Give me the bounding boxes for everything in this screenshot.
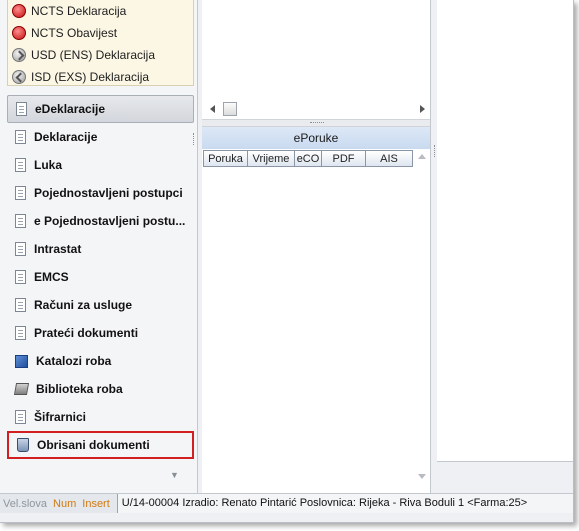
nav-item-label: Pojednostavljeni postupci (34, 186, 183, 200)
status-insert: Insert (82, 497, 110, 510)
document-icon (16, 102, 27, 116)
column-header-ais[interactable]: AIS (366, 150, 413, 167)
document-icon (15, 410, 26, 424)
document-icon (15, 242, 26, 256)
status-bar: Vel.slova Num Insert U/14-00004 Izradio:… (0, 493, 573, 513)
nav-item-biblioteka-roba[interactable]: Biblioteka roba (7, 375, 194, 403)
document-icon (15, 326, 26, 340)
column-header-eco[interactable]: eCO (295, 150, 322, 167)
list-item-label: NCTS Obavijest (31, 26, 118, 40)
cube-icon (15, 354, 28, 368)
nav-item-e-pojednostavljeni[interactable]: e Pojednostavljeni postu... (7, 207, 194, 235)
document-type-list: NCTS Deklaracija NCTS Obavijest USD (ENS… (7, 0, 194, 86)
recycle-bin-icon (17, 438, 29, 452)
nav-item-label: Deklaracije (34, 130, 98, 144)
document-icon (15, 214, 26, 228)
list-item-isd-exs-deklaracija[interactable]: ISD (EXS) Deklaracija (8, 66, 193, 88)
scroll-left-icon[interactable] (210, 104, 215, 113)
red-circle-icon (12, 4, 26, 18)
application-window: NCTS Deklaracija NCTS Obavijest USD (ENS… (0, 0, 574, 523)
nav-item-label: Katalozi roba (36, 354, 112, 368)
eporuke-title: ePoruke (202, 127, 430, 149)
nav-item-label: e Pojednostavljeni postu... (34, 214, 186, 228)
nav-item-label: eDeklaracije (35, 102, 106, 116)
scroll-up-icon[interactable] (418, 154, 426, 159)
grey-arrow-icon (12, 48, 26, 62)
status-num: Num (53, 497, 77, 510)
nav-item-pojednostavljeni-postupci[interactable]: Pojednostavljeni postupci (7, 179, 194, 207)
nav-list: eDeklaracije Deklaracije Luka Pojednosta… (7, 95, 194, 459)
nav-item-label: Intrastat (34, 242, 82, 256)
nav-item-luka[interactable]: Luka (7, 151, 194, 179)
chevron-down-icon[interactable]: ▼ (170, 470, 179, 480)
eporuke-column-headers: Poruka Vrijeme eCO PDF AIS (203, 150, 413, 167)
document-icon (15, 270, 26, 284)
list-item-label: USD (ENS) Deklaracija (31, 48, 156, 62)
nav-item-deklaracije[interactable]: Deklaracije (7, 123, 194, 151)
document-icon (15, 298, 26, 312)
status-info: U/14-00004 Izradio: Renato Pintarić Posl… (116, 494, 573, 513)
nav-item-intrastat[interactable]: Intrastat (7, 235, 194, 263)
list-item-label: NCTS Deklaracija (31, 4, 127, 18)
status-vel-slova: Vel.slova (3, 497, 48, 510)
list-item-usd-ens-deklaracija[interactable]: USD (ENS) Deklaracija (8, 44, 193, 66)
detail-footer (437, 461, 573, 494)
nav-item-katalozi-roba[interactable]: Katalozi roba (7, 347, 194, 375)
center-panel: ePoruke Poruka Vrijeme eCO PDF AIS (202, 0, 431, 493)
document-icon (15, 186, 26, 200)
column-header-vrijeme[interactable]: Vrijeme (248, 150, 295, 167)
navigation-sidebar: NCTS Deklaracija NCTS Obavijest USD (ENS… (0, 0, 198, 493)
sidebar-splitter-grip[interactable] (193, 133, 196, 145)
pane-splitter[interactable] (202, 119, 430, 127)
horizontal-scrollbar[interactable] (208, 101, 427, 116)
nav-item-label: Obrisani dokumenti (37, 438, 150, 452)
document-icon (15, 130, 26, 144)
nav-item-label: Šifrarnici (34, 410, 87, 424)
nav-item-racuni-za-usluge[interactable]: Računi za usluge (7, 291, 194, 319)
nav-item-label: Prateći dokumenti (34, 326, 139, 340)
nav-item-label: EMCS (34, 270, 69, 284)
column-header-poruka[interactable]: Poruka (203, 150, 248, 167)
scroll-right-icon[interactable] (420, 104, 425, 113)
detail-panel (437, 0, 573, 493)
nav-item-obrisani-dokumenti[interactable]: Obrisani dokumenti (7, 431, 194, 459)
nav-item-emcs[interactable]: EMCS (7, 263, 194, 291)
document-icon (15, 158, 26, 172)
nav-item-prateci-dokumenti[interactable]: Prateći dokumenti (7, 319, 194, 347)
scrollbar-thumb[interactable] (223, 101, 237, 116)
scroll-down-icon[interactable] (418, 474, 426, 479)
book-icon (13, 383, 30, 395)
nav-item-label: Biblioteka roba (36, 382, 123, 396)
grey-back-arrow-icon (12, 70, 26, 84)
list-item-label: ISD (EXS) Deklaracija (31, 70, 150, 84)
red-circle-icon (12, 26, 26, 40)
nav-item-sifrarnici[interactable]: Šifrarnici (7, 403, 194, 431)
nav-item-label: Luka (34, 158, 63, 172)
nav-item-edeklaracije[interactable]: eDeklaracije (7, 95, 194, 123)
list-item-ncts-obavijest[interactable]: NCTS Obavijest (8, 22, 193, 44)
nav-item-label: Računi za usluge (34, 298, 133, 312)
column-header-pdf[interactable]: PDF (322, 150, 366, 167)
list-item-ncts-deklaracija[interactable]: NCTS Deklaracija (8, 0, 193, 22)
